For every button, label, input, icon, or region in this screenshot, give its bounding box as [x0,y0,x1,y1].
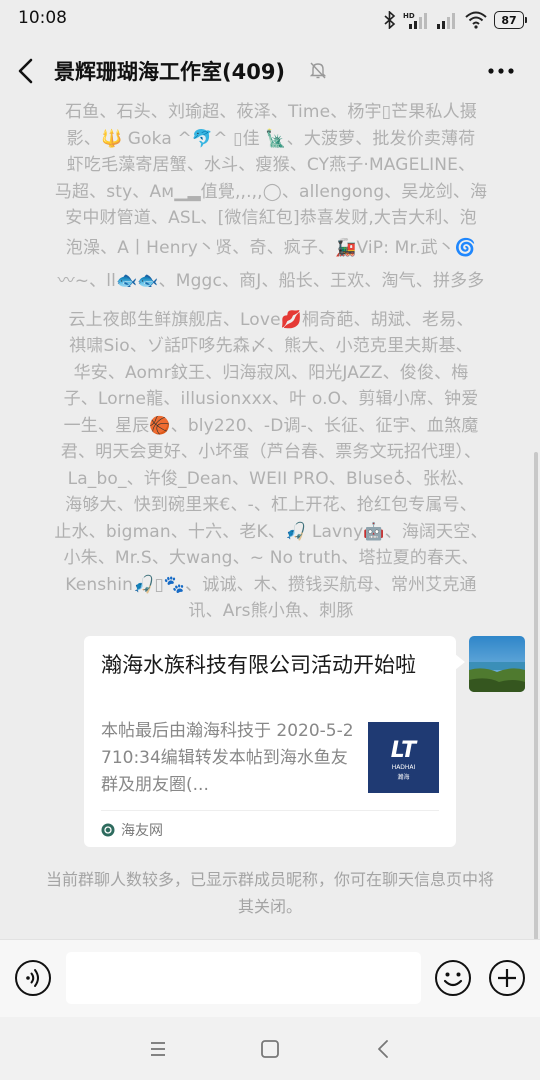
chat-input-bar [0,939,540,1017]
member-line: 虾吃毛藻寄居蟹、水斗、瘦猴、CY燕子·MAGELINE、 [66,155,476,175]
wifi-icon [465,11,487,29]
source-globe-icon [101,823,115,837]
status-icons: HD 87 [384,9,527,31]
member-line: 止水、bigman、十六、老K、🎣 Lavny🤖、海阔天空、 [54,521,488,542]
card-divider [101,810,439,811]
back-arrow-icon[interactable] [12,54,42,88]
nav-home-icon[interactable] [258,1037,282,1061]
thumb-caption: 瀚海 [397,773,409,781]
member-line: Kenshin🎣▯🐾、诚诚、木、攒钱买航母、常州艾克通 [65,574,477,595]
voice-input-icon[interactable] [14,959,52,997]
link-card-message[interactable]: 瀚海水族科技有限公司活动开始啦 本帖最后由瀚海科技于 2020-5-2710:3… [84,636,465,847]
thumb-logo: LT [391,738,418,763]
member-line: 石鱼、石头、刘瑜超、莜泽、Time、杨宇▯芒果私人摄 [65,102,477,122]
member-line: 华安、Aomr鈫王、归海寂风、阳光JAZZ、俊俊、梅 [73,362,469,383]
nav-back-icon[interactable] [372,1037,396,1061]
member-line: 祺啸Sio、ゾ話吓哆先森〆、熊大、小范克里夫斯基、 [69,336,473,356]
member-line: 子、Lorne龍、illusionxxx、叶 o.O、剪辑小席、钟爱 [63,389,479,409]
sender-avatar[interactable] [469,636,525,692]
link-card-thumbnail: LT HADHAI 瀚海 [368,722,439,793]
member-line: 一生、星辰🏀、bly220、-D调-、长征、征宇、血煞魔 [63,415,479,436]
battery-indicator: 87 [494,11,527,29]
member-line: 马超、sty、Aᴍ▁▂值覺,,.,,◯、allengong、吴龙剑、海 [54,181,488,202]
plus-icon[interactable] [488,959,526,997]
network-type-label: HD [403,12,415,20]
source-name: 海友网 [121,823,163,839]
status-bar: 10:08 HD 87 [0,0,540,40]
system-nav-bar [0,1017,540,1080]
member-line: 云上夜郎生鲜旗舰店、Love💋桐奇葩、胡斌、老易、 [68,309,474,330]
member-line: La_bo_、许俊_Dean、WEII PRO、Bluse♁、张松、 [67,468,475,489]
member-line: 海够大、快到碗里来€、-、杠上开花、抢红包专属号、 [65,495,477,515]
member-line: 安中财管道、ASL、[微信紅包]恭喜发财,大吉大利、泡 [65,208,477,228]
mute-bell-icon [309,62,327,79]
member-line: 影、🔱 Goka ^🐬^ ▯佳 🗽、大菠萝、批发价卖薄荷 [66,128,476,149]
message-input[interactable] [66,952,421,1004]
signal-hd-icon: HD [403,12,427,29]
member-line: 泡澡、A丨Henry丶贤、奇、疯子、🚂ViP: Mr.武丶🌀 [65,237,477,258]
member-nickname-list: 石鱼、石头、刘瑜超、莜泽、Time、杨宇▯芒果私人摄 影、🔱 Goka ^🐬^ … [46,99,496,625]
member-line: 小朱、Mr.S、大wang、~ No truth、塔拉夏的春天、 [63,548,479,568]
nav-menu-icon[interactable] [146,1037,170,1061]
chat-scrollbar[interactable] [534,452,538,940]
signal-icon [437,13,455,29]
emoji-icon[interactable] [434,959,472,997]
chat-title: 景辉珊瑚海工作室(409) [54,60,286,84]
link-card-title: 瀚海水族科技有限公司活动开始啦 [101,653,416,677]
thumb-brand: HADHAI [392,764,416,771]
member-line: 君、明天会更好、小坏蛋（芦台春、票务文玩招代理）、 [60,442,482,462]
system-notice: 当前群聊人数较多，已显示群成员昵称，你可在聊天信息页中将其关闭。 [45,870,494,916]
bluetooth-icon [384,11,396,29]
member-line: 讯、Ars熊小魚、刺豚 [188,601,354,621]
battery-level: 87 [501,13,517,27]
chat-header: 景辉珊瑚海工作室(409) [0,40,540,102]
status-time: 10:08 [18,8,67,28]
link-card-description: 本帖最后由瀚海科技于 2020-5-2710:34编辑转发本帖到海水鱼友群及朋友… [101,721,354,795]
link-card-source: 海友网 [101,820,163,840]
more-dots-icon[interactable] [486,60,516,82]
member-line: 〰~、ll🐟🐟、Mggc、商J、船长、王欢、淘气、拼多多 [57,270,485,291]
